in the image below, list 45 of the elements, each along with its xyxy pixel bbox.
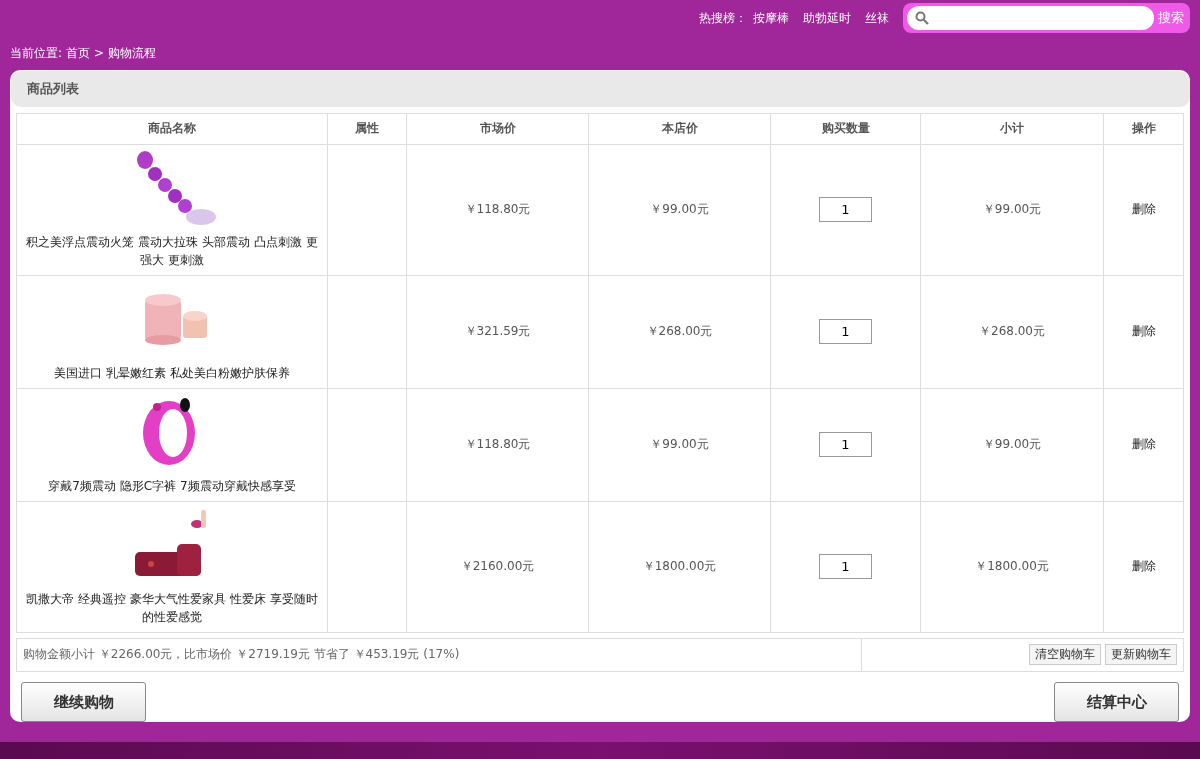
breadcrumb-link[interactable]: 首页 [66,44,91,62]
quantity-field[interactable]: 1 [819,319,872,345]
total-summary: 购物金额小计 ￥2266.00元，比市场价 ￥2719.19元 节省了 ￥453.19元 (17%) [23,646,460,664]
store-price: ￥99.00元 [650,202,709,217]
delete-link[interactable]: 删除 [1131,202,1156,217]
column-header: 属性 [327,113,407,145]
quantity-field[interactable]: 1 [819,554,872,580]
hot-search-link[interactable]: 助勃延时 [803,9,851,27]
quantity-field[interactable]: 1 [819,197,872,223]
breadcrumb-label: 当前位置: [10,44,63,62]
column-header: 操作 [1103,113,1184,145]
panel-title: 商品列表 [27,79,79,98]
column-header: 商品名称 [16,113,328,145]
continue-shopping-button[interactable]: 继续购物 [21,682,146,722]
market-price: ￥118.80元 [464,437,531,452]
breadcrumb-separator: > [94,46,105,60]
column-header: 本店价 [588,113,771,145]
column-header: 小计 [920,113,1104,145]
delete-link[interactable]: 删除 [1131,324,1156,339]
hot-search-link[interactable]: 按摩棒 [753,9,789,27]
column-header: 购买数量 [770,113,921,145]
quantity-field[interactable]: 1 [819,432,872,458]
subtotal: ￥268.00元 [979,324,1045,339]
breadcrumb-link[interactable]: 购物流程 [108,44,157,62]
delete-link[interactable]: 删除 [1131,437,1156,452]
search-icon [915,11,929,25]
subtotal: ￥99.00元 [982,437,1042,452]
hot-search-label: 热搜榜： [699,9,747,27]
store-price: ￥268.00元 [646,324,713,339]
hot-search-link[interactable]: 丝袜 [865,9,889,27]
store-price: ￥1800.00元 [642,559,717,574]
subtotal: ￥1800.00元 [975,559,1049,574]
search-field[interactable] [907,6,1154,30]
subtotal: ￥99.00元 [982,202,1042,217]
delete-link[interactable]: 删除 [1131,559,1156,574]
column-header: 市场价 [406,113,589,145]
cart-button[interactable]: 更新购物车 [1105,644,1177,666]
market-price: ￥2160.00元 [460,559,535,574]
cart-button[interactable]: 清空购物车 [1029,644,1101,666]
store-price: ￥99.00元 [650,437,709,452]
checkout-button[interactable]: 结算中心 [1054,682,1179,722]
market-price: ￥118.80元 [464,202,531,217]
market-price: ￥321.59元 [464,324,531,339]
product-name[interactable]: 穿戴7频震动 隐形C字裤 7频震动穿戴快感享受 [48,476,296,495]
product-name[interactable]: 美国进口 乳晕嫩红素 私处美白粉嫩护肤保养 [54,363,290,382]
